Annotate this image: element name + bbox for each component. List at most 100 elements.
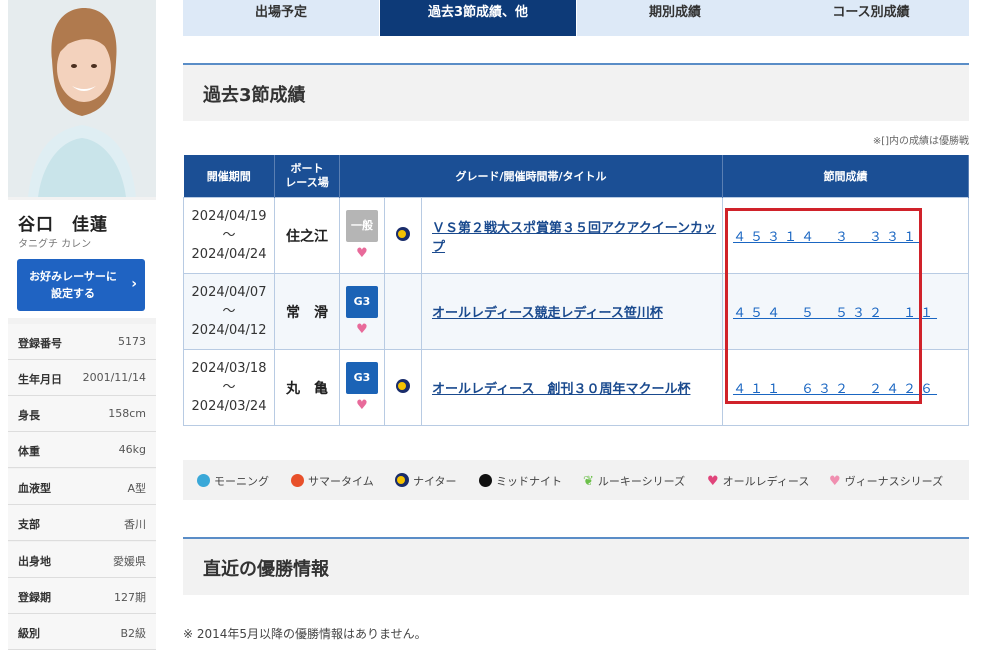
period-start: 2024/04/19 (191, 209, 267, 224)
profile-sidebar: 谷口 佳蓮 タニグチ カレン お好みレーサーに 設定する › 登録番号 5173… (8, 0, 156, 650)
title-cell: オールレディース競走レディース笹川杯 (421, 273, 723, 350)
info-value: 2001/11/14 (82, 371, 146, 384)
racer-name: 谷口 佳蓮 (18, 215, 108, 235)
period-start: 2024/04/07 (191, 285, 267, 300)
highlight-box (725, 208, 922, 404)
section-header-past-results: 過去3節成績 (183, 63, 969, 121)
midnight-icon (479, 474, 492, 487)
info-label: 体重 (18, 445, 40, 458)
legend-item-midnight: ミッドナイト (479, 473, 562, 489)
period-tilde: ～ (222, 228, 236, 243)
legend-item-summertime: サマータイム (291, 473, 374, 489)
tab-schedule[interactable]: 出場予定 (183, 0, 379, 36)
legend-item-morning: モーニング (197, 473, 269, 489)
period-cell: 2024/04/19 ～ 2024/04/24 (183, 197, 275, 274)
venue-cell: 常 滑 (274, 273, 340, 350)
legend-label: モーニング (214, 475, 269, 488)
info-label: 支部 (18, 518, 40, 531)
rookie-icon: ❦ (583, 474, 594, 489)
grade-cell: G3 ♥ (339, 349, 385, 426)
time-cell (384, 273, 422, 350)
no-wins-note: ※ 2014年5月以降の優勝情報はありません。 (183, 627, 427, 641)
nighter-icon (395, 473, 409, 487)
info-label: 登録番号 (18, 337, 62, 350)
set-favorite-label: お好みレーサーに 設定する (29, 270, 117, 300)
info-value: 46kg (118, 443, 146, 456)
title-cell: ＶＳ第２戦大スポ賞第３５回アクアクイーンカップ (421, 197, 723, 274)
info-row-reg-term: 登録期 127期 (8, 578, 156, 614)
tab-past-results[interactable]: 過去3節成績、他 (380, 0, 576, 36)
info-value: 158cm (108, 407, 146, 420)
time-legend: モーニング サマータイム ナイター ミッドナイト ❦ ルーキーシリーズ ♥ オールレ… (183, 460, 969, 500)
info-label: 身長 (18, 409, 40, 422)
racer-photo (8, 0, 156, 197)
venue-cell: 丸 亀 (274, 349, 340, 426)
race-title-link[interactable]: ＶＳ第２戦大スポ賞第３５回アクアクイーンカップ (432, 221, 716, 255)
info-row-branch: 支部 香川 (8, 505, 156, 541)
period-tilde: ～ (222, 304, 236, 319)
legend-item-nighter: ナイター (395, 473, 457, 489)
info-row-blood-type: 血液型 A型 (8, 469, 156, 505)
tab-course-results[interactable]: コース別成績 (773, 0, 969, 36)
col-header-venue: ボート レース場 (274, 155, 340, 198)
info-row-height: 身長 158cm (8, 396, 156, 432)
info-label: 級別 (18, 627, 40, 640)
info-value: A型 (127, 482, 146, 495)
info-value: 愛媛県 (113, 555, 146, 568)
racer-kana: タニグチ カレン (18, 239, 92, 250)
info-label: 生年月日 (18, 373, 62, 386)
venue-cell: 住之江 (274, 197, 340, 274)
info-row-class: 級別 B2級 (8, 614, 156, 650)
col-header-title: グレード/開催時間帯/タイトル (339, 155, 723, 198)
all-ladies-heart-icon: ♥ (356, 322, 368, 337)
info-row-reg-number: 登録番号 5173 (8, 324, 156, 360)
table-header-row: 開催期間 ボート レース場 グレード/開催時間帯/タイトル 節間成績 (183, 155, 969, 198)
section-title: 過去3節成績 (203, 85, 306, 106)
period-cell: 2024/04/07 ～ 2024/04/12 (183, 273, 275, 350)
title-cell: オールレディース 創刊３０周年マクール杯 (421, 349, 723, 426)
legend-label: ルーキーシリーズ (597, 475, 686, 488)
section-title: 直近の優勝情報 (203, 559, 329, 580)
grade-badge: G3 (346, 286, 378, 318)
legend-label: オールレディース (722, 475, 810, 488)
all-ladies-heart-icon: ♥ (707, 474, 719, 489)
grade-cell: G3 ♥ (339, 273, 385, 350)
info-value: 香川 (124, 518, 146, 531)
info-label: 登録期 (18, 591, 51, 604)
legend-label: ミッドナイト (496, 475, 562, 488)
morning-icon (197, 474, 210, 487)
time-cell (384, 349, 422, 426)
info-row-birthdate: 生年月日 2001/11/14 (8, 360, 156, 396)
race-title-link[interactable]: オールレディース競走レディース笹川杯 (432, 306, 663, 321)
race-title-link[interactable]: オールレディース 創刊３０周年マクール杯 (432, 382, 690, 397)
col-header-result: 節間成績 (722, 155, 969, 198)
info-value: 5173 (118, 335, 146, 348)
set-favorite-button[interactable]: お好みレーサーに 設定する › (17, 259, 145, 311)
summertime-icon (291, 474, 304, 487)
grade-badge: 一般 (346, 210, 378, 242)
info-value: 127期 (114, 591, 146, 604)
time-cell (384, 197, 422, 274)
legend-label: サマータイム (308, 475, 374, 488)
all-ladies-heart-icon: ♥ (356, 398, 368, 413)
grade-cell: 一般 ♥ (339, 197, 385, 274)
period-cell: 2024/03/18 ～ 2024/03/24 (183, 349, 275, 426)
period-end: 2024/03/24 (191, 399, 267, 414)
venus-heart-icon: ♥ (829, 474, 841, 489)
period-end: 2024/04/24 (191, 247, 267, 262)
profile-name-box: 谷口 佳蓮 タニグチ カレン お好みレーサーに 設定する › (8, 200, 156, 318)
legend-item-rookie: ❦ ルーキーシリーズ (583, 473, 685, 489)
info-row-hometown: 出身地 愛媛県 (8, 542, 156, 578)
section-header-recent-wins: 直近の優勝情報 (183, 537, 969, 595)
info-value: B2級 (120, 627, 146, 640)
info-label: 出身地 (18, 555, 51, 568)
legend-item-all-ladies: ♥ オールレディース (707, 473, 809, 489)
info-label: 血液型 (18, 482, 51, 495)
grade-badge: G3 (346, 362, 378, 394)
info-row-weight: 体重 46kg (8, 432, 156, 468)
period-end: 2024/04/12 (191, 323, 267, 338)
chevron-right-icon: › (131, 276, 137, 292)
venus-heart-icon: ♥ (356, 246, 368, 261)
tab-term-results[interactable]: 期別成績 (577, 0, 773, 36)
tab-bar: 出場予定 過去3節成績、他 期別成績 コース別成績 (183, 0, 969, 36)
